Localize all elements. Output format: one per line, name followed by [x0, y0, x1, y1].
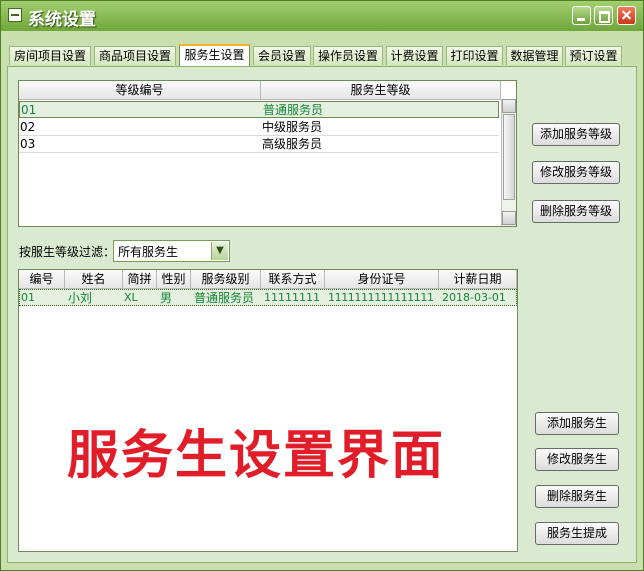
chevron-down-icon[interactable]: ▼	[211, 242, 228, 260]
column-header-gender[interactable]: 性别	[157, 270, 191, 289]
level-filter-value: 所有服务生	[118, 245, 179, 259]
tab-member-settings[interactable]: 会员设置	[253, 46, 311, 65]
close-button[interactable]	[617, 6, 636, 25]
column-header-contact[interactable]: 联系方式	[261, 270, 325, 289]
delete-waiter-button[interactable]: 删除服务生	[535, 485, 619, 508]
window-title: 系统设置	[28, 10, 96, 30]
settings-window: 系统设置 房间项目设置 商品项目设置 服务生设置 会员设置 操作员设置 计费设置…	[0, 0, 644, 571]
waiter-phone-cell: 11111111	[264, 291, 320, 304]
waiter-grid[interactable]: 编号 姓名 简拼 性别 服务级别 联系方式 身份证号 计薪日期 01 小刘 XL…	[18, 269, 518, 552]
add-waiter-button[interactable]: 添加服务生	[535, 412, 619, 435]
column-header-id[interactable]: 编号	[19, 270, 65, 289]
column-header-pinyin[interactable]: 简拼	[123, 270, 157, 289]
edit-waiter-button[interactable]: 修改服务生	[535, 448, 619, 471]
column-header-id-card[interactable]: 身份证号	[325, 270, 439, 289]
column-header-level-code[interactable]: 等级编号	[19, 81, 261, 100]
level-code-cell: 01	[21, 103, 37, 117]
tab-waiter-settings[interactable]: 服务生设置	[179, 44, 250, 66]
tab-operator-settings[interactable]: 操作员设置	[313, 46, 383, 65]
maximize-button[interactable]	[594, 6, 613, 25]
table-row[interactable]: 03 高级服务员	[19, 136, 499, 153]
level-name-cell: 中级服务员	[262, 120, 323, 134]
waiter-commission-button[interactable]: 服务生提成	[535, 522, 619, 545]
vertical-scrollbar[interactable]	[501, 99, 516, 226]
scroll-thumb[interactable]	[503, 114, 515, 200]
level-code-cell: 03	[20, 137, 36, 151]
waiter-id-cell: 01	[21, 291, 35, 304]
minimize-button[interactable]	[572, 6, 591, 25]
column-header-service-level[interactable]: 服务级别	[191, 270, 261, 289]
level-filter-select[interactable]: 所有服务生 ▼	[113, 240, 230, 262]
tab-goods-items[interactable]: 商品项目设置	[94, 46, 176, 65]
waiter-pinyin-cell: XL	[124, 291, 138, 304]
waiter-level-cell: 普通服务员	[194, 291, 255, 305]
level-code-cell: 02	[20, 120, 36, 134]
level-filter-label: 按服生等级过滤：	[19, 245, 116, 259]
tab-room-items[interactable]: 房间项目设置	[9, 46, 91, 65]
tab-billing-settings[interactable]: 计费设置	[386, 46, 443, 65]
add-service-level-button[interactable]: 添加服务等级	[532, 123, 620, 146]
title-bar[interactable]: 系统设置	[1, 1, 643, 31]
tab-data-management[interactable]: 数据管理	[506, 46, 563, 65]
table-row[interactable]: 01 普通服务员	[19, 101, 499, 118]
column-header-name[interactable]: 姓名	[65, 270, 123, 289]
tab-booking-settings[interactable]: 预订设置	[565, 46, 622, 65]
table-row[interactable]: 01 小刘 XL 男 普通服务员 11111111 11111111111111…	[19, 289, 517, 306]
delete-service-level-button[interactable]: 删除服务等级	[532, 200, 620, 223]
overlay-caption: 服务生设置界面	[67, 426, 446, 486]
window-menu-icon[interactable]	[8, 8, 22, 22]
scroll-down-icon[interactable]	[502, 211, 516, 225]
tab-print-settings[interactable]: 打印设置	[446, 46, 503, 65]
waiter-idcard-cell: 1111111111111111	[328, 291, 434, 304]
column-header-level-name[interactable]: 服务生等级	[261, 81, 501, 100]
waiter-gender-cell: 男	[160, 291, 173, 305]
table-row[interactable]: 02 中级服务员	[19, 119, 499, 136]
waiter-name-cell: 小刘	[68, 291, 93, 305]
column-header-pay-date[interactable]: 计薪日期	[439, 270, 517, 289]
level-name-cell: 普通服务员	[263, 103, 324, 117]
waiter-pay-date-cell: 2018-03-01	[442, 291, 506, 304]
level-name-cell: 高级服务员	[262, 137, 323, 151]
service-level-grid[interactable]: 等级编号 服务生等级 01 普通服务员 02 中级服务员 03 高级服务员	[18, 80, 517, 227]
edit-service-level-button[interactable]: 修改服务等级	[532, 161, 620, 184]
scroll-up-icon[interactable]	[502, 99, 516, 113]
